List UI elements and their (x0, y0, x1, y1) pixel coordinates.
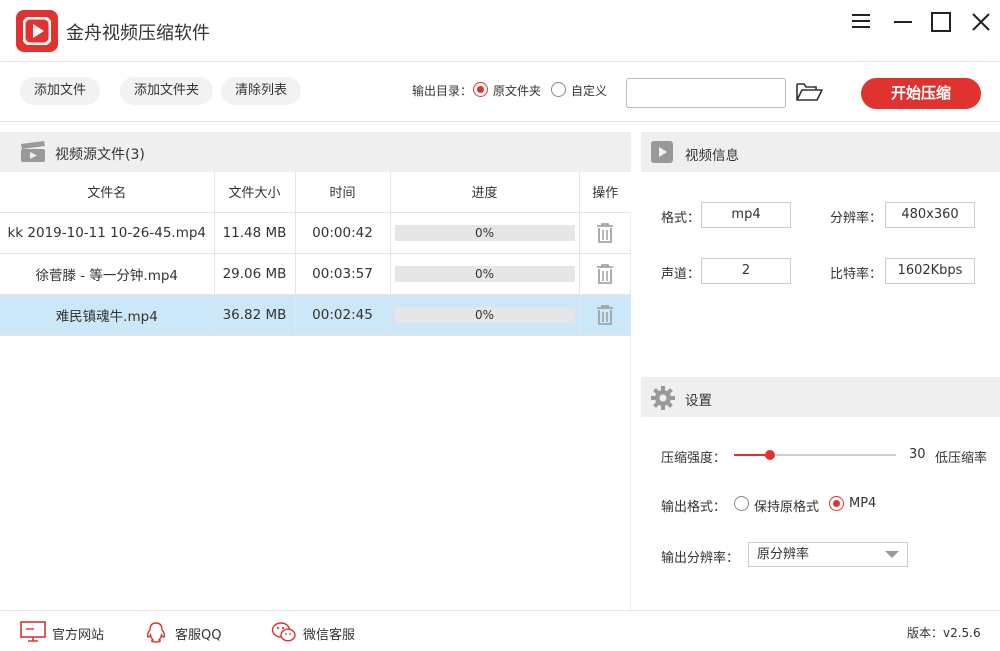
chevron-down-icon (885, 551, 899, 558)
delete-icon[interactable] (595, 263, 615, 285)
close-icon[interactable] (967, 8, 995, 36)
menu-icon[interactable] (847, 8, 875, 36)
title-bar: 金舟视频压缩软件 (0, 0, 1000, 62)
version-label: 版本：v2.5.6 (907, 626, 981, 640)
format-value: mp4 (701, 202, 791, 228)
file-duration: 00:00:42 (295, 212, 391, 254)
delete-icon[interactable] (595, 304, 615, 326)
compress-strength-slider[interactable] (734, 450, 896, 460)
maximize-icon[interactable] (927, 8, 955, 36)
file-name: 徐菅滕 - 等一分钟.mp4 (0, 253, 215, 295)
app-logo-icon (16, 10, 58, 52)
col-header-time: 时间 (295, 172, 391, 213)
mp4-format-radio[interactable] (829, 496, 844, 511)
slider-thumb[interactable] (764, 450, 775, 460)
progress-text: 0% (474, 307, 495, 322)
gear-icon (650, 385, 676, 415)
info-settings-panel: 视频信息 格式： mp4 分辨率： 480x360 声道： 2 比特率： 160… (641, 132, 1000, 610)
format-label: 格式： (661, 211, 701, 226)
settings-title: 设置 (685, 393, 712, 409)
app-title: 金舟视频压缩软件 (66, 23, 210, 44)
settings-header: 设置 (641, 377, 1000, 417)
footer: 官方网站 客服QQ 微信客服 版本：v2.5.6 (0, 610, 1000, 651)
keep-format-radio[interactable] (734, 496, 749, 511)
output-dir-label: 输出目录： (412, 84, 473, 98)
video-info-title: 视频信息 (685, 148, 739, 164)
col-header-size: 文件大小 (214, 172, 296, 213)
delete-icon[interactable] (595, 222, 615, 244)
output-original-label[interactable]: 原文件夹 (493, 82, 541, 99)
keep-format-label[interactable]: 保持原格式 (754, 496, 819, 515)
file-name: kk 2019-10-11 10-26-45.mp4 (0, 212, 215, 254)
minimize-icon[interactable] (889, 8, 917, 36)
table-row[interactable]: kk 2019-10-11 10-26-45.mp4 11.48 MB 00:0… (0, 212, 631, 254)
file-panel-title: 视频源文件(3) (55, 147, 145, 163)
table-header-row: 文件名 文件大小 时间 进度 操作 (0, 172, 631, 213)
open-folder-icon[interactable] (794, 79, 824, 105)
progress-text: 0% (474, 225, 495, 240)
channels-label: 声道： (661, 267, 701, 282)
file-duration: 00:02:45 (295, 294, 391, 336)
resolution-select[interactable]: 原分辨率 (748, 542, 908, 567)
play-icon (650, 140, 674, 168)
wechat-label: 微信客服 (303, 628, 356, 643)
col-header-progress: 进度 (390, 172, 580, 213)
table-row[interactable]: 徐菅滕 - 等一分钟.mp4 29.06 MB 00:03:57 0% (0, 253, 631, 295)
file-panel-header: 视频源文件(3) (0, 132, 631, 172)
output-original-radio[interactable] (473, 82, 488, 97)
bitrate-value: 1602Kbps (885, 258, 975, 284)
progress-text: 0% (474, 266, 495, 281)
output-custom-label[interactable]: 自定义 (571, 82, 607, 99)
resolution-selected: 原分辨率 (757, 547, 810, 562)
resolution-label: 分辨率： (830, 211, 883, 226)
file-size: 36.82 MB (214, 294, 296, 336)
output-path-input[interactable] (626, 78, 786, 108)
wechat-icon (271, 622, 296, 642)
output-custom-radio[interactable] (551, 82, 566, 97)
qq-penguin-icon (146, 622, 166, 643)
file-size: 29.06 MB (214, 253, 296, 295)
video-info-header: 视频信息 (641, 132, 1000, 172)
file-size: 11.48 MB (214, 212, 296, 254)
file-name: 难民镇魂牛.mp4 (0, 294, 215, 336)
bitrate-label: 比特率： (830, 267, 883, 282)
clear-list-button[interactable]: 清除列表 (221, 77, 302, 105)
add-file-button[interactable]: 添加文件 (20, 77, 101, 105)
channels-value: 2 (701, 258, 791, 284)
start-compress-button[interactable]: 开始压缩 (861, 78, 981, 109)
file-list-panel: 视频源文件(3) 文件名 文件大小 时间 进度 操作 kk 2019-10-11… (0, 132, 631, 610)
monitor-icon (20, 621, 46, 642)
video-clapper-icon (20, 141, 46, 167)
strength-label: 压缩强度： (661, 451, 727, 466)
qq-label: 客服QQ (175, 628, 222, 643)
add-folder-button[interactable]: 添加文件夹 (120, 77, 214, 105)
output-format-label: 输出格式： (661, 500, 727, 515)
col-header-name: 文件名 (0, 172, 215, 213)
file-table: 文件名 文件大小 时间 进度 操作 kk 2019-10-11 10-26-45… (0, 172, 631, 336)
strength-value: 30 (909, 447, 926, 462)
website-label: 官方网站 (52, 628, 105, 643)
table-row[interactable]: 难民镇魂牛.mp4 36.82 MB 00:02:45 0% (0, 294, 631, 336)
file-duration: 00:03:57 (295, 253, 391, 295)
toolbar: 添加文件 添加文件夹 清除列表 输出目录： 原文件夹 自定义 开始压缩 (0, 62, 1000, 122)
output-resolution-label: 输出分辨率： (661, 551, 740, 566)
strength-description: 低压缩率 (935, 451, 988, 466)
mp4-format-label[interactable]: MP4 (849, 496, 876, 511)
progress-bar: 0% (394, 265, 575, 282)
progress-bar: 0% (394, 224, 575, 241)
resolution-value: 480x360 (885, 202, 975, 228)
col-header-action: 操作 (579, 172, 631, 213)
progress-bar: 0% (394, 306, 575, 323)
